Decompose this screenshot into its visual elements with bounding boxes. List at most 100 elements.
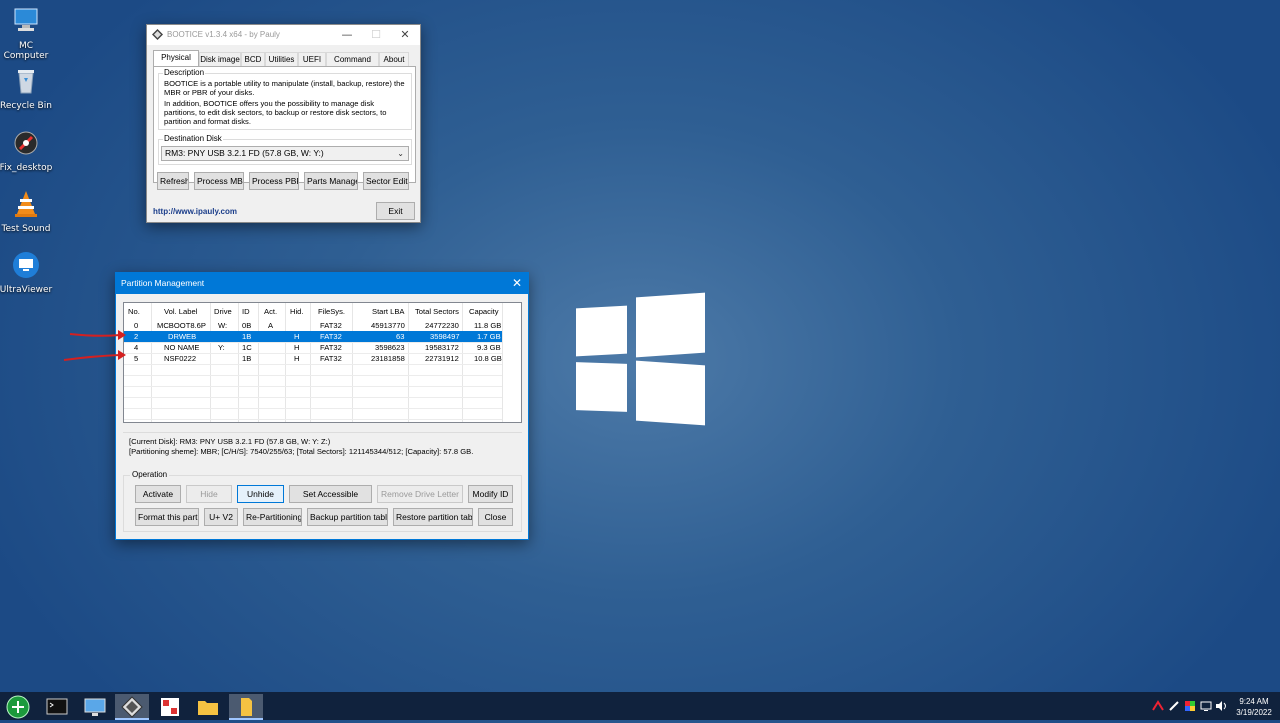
partition-row[interactable]: 5 NSF0222 1B H FAT32 23181858 22731912 1… [124, 353, 502, 364]
tab-utilities[interactable]: Utilities [265, 52, 298, 66]
partition-tool-icon [161, 698, 179, 716]
clock[interactable]: 9:24 AM 3/19/2022 [1236, 697, 1272, 717]
repartitioning-button[interactable]: Re-Partitioning [243, 508, 302, 526]
tab-physical-disk[interactable]: Physical disk [153, 50, 199, 75]
col-capacity[interactable]: Capacity [469, 303, 499, 320]
format-partition-button[interactable]: Format this part [135, 508, 199, 526]
partition-row[interactable]: 4 NO NAME Y: 1C H FAT32 3598623 19583172… [124, 342, 502, 353]
unhide-button[interactable]: Unhide [237, 485, 284, 503]
annotation-arrow-icon [63, 350, 126, 361]
col-act[interactable]: Act. [264, 303, 277, 320]
bootice-window[interactable]: BOOTICE v1.3.4 x64 - by Pauly — ☐ ✕ Phys… [146, 24, 421, 223]
clock-time: 9:24 AM [1239, 697, 1269, 706]
col-vol-label[interactable]: Vol. Label [164, 303, 197, 320]
operation-label: Operation [130, 470, 170, 479]
col-hid[interactable]: Hid. [290, 303, 304, 320]
desktop-icon-mc-computer[interactable]: MC Computer [0, 6, 54, 61]
file-icon [241, 698, 252, 716]
desktop-icon-fix-desktop[interactable]: Fix_desktop [0, 128, 54, 173]
col-drive[interactable]: Drive [214, 303, 232, 320]
bootice-app-icon [152, 29, 163, 40]
tab-disk-image[interactable]: Disk image [199, 52, 241, 66]
backup-partition-table-button[interactable]: Backup partition table [307, 508, 388, 526]
pm-titlebar[interactable]: Partition Management ✕ [116, 273, 528, 294]
destination-disk-group: Destination Disk RM3: PNY USB 3.2.1 FD (… [158, 134, 412, 165]
clock-date: 3/19/2022 [1236, 708, 1272, 717]
col-total-sectors[interactable]: Total Sectors [415, 303, 459, 320]
tab-about[interactable]: About [379, 52, 409, 66]
set-accessible-button[interactable]: Set Accessible [289, 485, 372, 503]
partition-row-selected[interactable]: 2 DRWEB 1B H FAT32 63 3598497 1.7 GB [124, 331, 502, 342]
cell-no: 5 [134, 354, 139, 363]
ultraviewer-icon [13, 252, 39, 278]
tab-uefi[interactable]: UEFI [298, 52, 326, 66]
description-text-1: BOOTICE is a portable utility to manipul… [164, 79, 405, 97]
desktop-icon-label: UltraViewer [0, 285, 53, 295]
taskbar-console[interactable] [40, 694, 74, 720]
cell-fs: FAT32 [320, 354, 342, 363]
current-disk-info: [Current Disk]: RM3: PNY USB 3.2.1 FD (5… [129, 437, 331, 446]
refresh-button[interactable]: Refresh [157, 172, 189, 190]
u-plus-v2-button[interactable]: U+ V2 [204, 508, 238, 526]
vlc-cone-icon [15, 191, 37, 217]
cell-label: NSF0222 [164, 354, 197, 363]
desktop-icon-ultraviewer[interactable]: UltraViewer [0, 250, 54, 295]
pen-tray-icon[interactable] [1168, 700, 1180, 712]
activate-button[interactable]: Activate [135, 485, 181, 503]
remote-desktop-icon [84, 698, 106, 716]
taskbar-bootice[interactable] [115, 694, 149, 720]
restore-partition-table-button[interactable]: Restore partition table [393, 508, 473, 526]
folder-icon [198, 701, 218, 715]
partition-row[interactable]: 0 MCBOOT8.6P W: 0B A FAT32 45913770 2477… [124, 320, 502, 331]
process-mbr-button[interactable]: Process MBR [194, 172, 244, 190]
close-button[interactable]: Close [478, 508, 513, 526]
monitor-tray-icon[interactable] [1200, 700, 1212, 712]
desktop-icon-label: Fix_desktop [0, 163, 53, 173]
tab-bcd[interactable]: BCD [241, 52, 265, 66]
cell-start: 23181858 [371, 354, 405, 363]
network-tray-icon[interactable] [1152, 700, 1164, 712]
col-filesys[interactable]: FileSys. [318, 303, 345, 320]
hide-button[interactable]: Hide [186, 485, 232, 503]
parts-manage-button[interactable]: Parts Manage [304, 172, 358, 190]
close-button[interactable]: ✕ [390, 27, 420, 43]
destination-disk-select[interactable]: RM3: PNY USB 3.2.1 FD (57.8 GB, W: Y:) ⌄ [161, 146, 409, 161]
partition-list[interactable]: No. Vol. Label Drive ID Act. Hid. FileSy… [123, 302, 522, 423]
desktop-icon-label: MC Computer [3, 41, 49, 61]
color-tray-icon[interactable] [1184, 700, 1196, 712]
taskbar [0, 692, 1280, 720]
col-id[interactable]: ID [242, 303, 250, 320]
col-start-lba[interactable]: Start LBA [372, 303, 405, 320]
sector-edit-button[interactable]: Sector Edit [363, 172, 409, 190]
taskbar-remote[interactable] [78, 694, 112, 720]
console-icon [46, 698, 68, 715]
bootice-titlebar[interactable]: BOOTICE v1.3.4 x64 - by Pauly — ☐ ✕ [147, 25, 420, 45]
desktop-icon-test-sound[interactable]: Test Sound [0, 189, 54, 234]
volume-tray-icon[interactable] [1215, 700, 1229, 712]
taskbar-file-explorer[interactable] [191, 694, 225, 720]
exit-button[interactable]: Exit [376, 202, 415, 220]
partition-management-window[interactable]: Partition Management ✕ No. Vol. Label Dr… [115, 272, 529, 540]
ipauly-link[interactable]: http://www.ipauly.com [153, 207, 237, 216]
destination-disk-label: Destination Disk [163, 134, 223, 143]
taskbar-explorer-window[interactable] [229, 694, 263, 720]
description-group: Description BOOTICE is a portable utilit… [158, 68, 412, 130]
operation-group: Operation Activate Hide Unhide Set Acces… [123, 470, 522, 532]
process-pbr-button[interactable]: Process PBR [249, 172, 299, 190]
start-button[interactable] [2, 694, 36, 720]
cell-id: 1B [242, 354, 252, 363]
modify-id-button[interactable]: Modify ID [468, 485, 513, 503]
annotation-arrow-icon [69, 330, 126, 340]
minimize-button[interactable]: — [332, 27, 362, 43]
close-icon[interactable]: ✕ [512, 276, 522, 290]
recycle-bin-icon [18, 70, 34, 94]
maximize-button[interactable]: ☐ [361, 27, 391, 43]
chevron-down-icon: ⌄ [397, 149, 404, 158]
partition-scheme-info: [Partitioning sheme]: MBR; [C/H/S]: 7540… [129, 447, 474, 456]
description-text-2: In addition, BOOTICE offers you the poss… [164, 99, 387, 126]
col-no[interactable]: No. [128, 303, 140, 320]
desktop-icon-recycle-bin[interactable]: Recycle Bin [0, 66, 54, 111]
remove-drive-letter-button[interactable]: Remove Drive Letter [377, 485, 463, 503]
tab-command-line[interactable]: Command line [326, 52, 379, 77]
taskbar-partition-tool[interactable] [153, 694, 187, 720]
